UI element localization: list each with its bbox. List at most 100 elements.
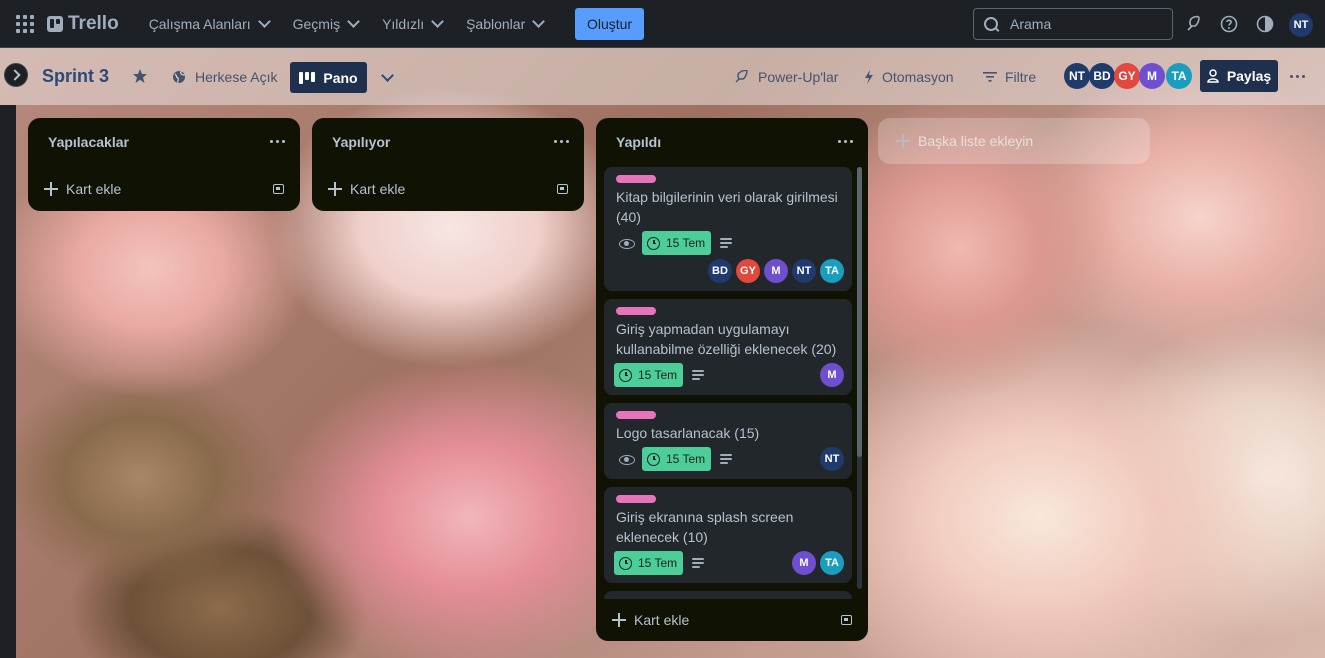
card-label[interactable] [616,307,656,315]
view-board-label: Pano [323,69,358,86]
nav-workspaces[interactable]: Çalışma Alanları [139,8,279,40]
watch-icon [619,239,635,249]
automation-button[interactable]: Otomasyon [864,62,954,92]
card-title-line: Giriş yapmadan uygulamayı [616,321,790,337]
card-member-avatar[interactable]: GY [736,259,760,283]
member-avatar[interactable]: TA [1166,63,1192,89]
search-input[interactable] [1008,15,1162,33]
add-list-label: Başka liste ekleyin [918,133,1034,149]
share-label: Paylaş [1226,68,1272,84]
list-doing: Yapılıyor Kart ekle [312,118,584,211]
description-icon [692,558,704,568]
card-title-line: (40) [616,209,641,225]
share-button[interactable]: Paylaş [1200,60,1278,92]
list-title[interactable]: Yapıldı [616,134,661,150]
power-ups-label: Power-Up'lar [758,69,839,85]
clock-icon [647,452,660,466]
card-member-avatar[interactable]: TA [820,551,844,575]
card-member-avatar[interactable]: NT [820,447,844,471]
card[interactable]: Giriş ekranına splash screen eklenecek (1… [604,487,852,583]
template-icon[interactable] [273,184,284,194]
add-card-button[interactable]: Kart ekle [612,606,689,634]
nav-templates[interactable]: Şablonlar [456,8,553,40]
card-member-avatar[interactable]: BD [708,259,732,283]
add-card-button[interactable]: Kart ekle [44,175,121,203]
card-label[interactable] [616,495,656,503]
member-avatar[interactable]: NT [1064,63,1090,89]
help-icon[interactable] [1219,14,1239,34]
list-title[interactable]: Yapılacaklar [48,134,129,150]
add-list-button[interactable]: Başka liste ekleyin [878,118,1150,164]
chevron-down-icon [257,15,271,28]
nav-starred[interactable]: Yıldızlı [372,8,452,40]
list-menu-icon[interactable] [554,140,569,143]
member-avatar[interactable]: BD [1089,63,1115,89]
member-avatar[interactable]: M [1139,63,1165,89]
plus-icon [896,134,910,148]
chevron-down-icon [380,68,394,82]
template-icon[interactable] [557,184,568,194]
notifications-icon[interactable] [1183,14,1203,34]
theme-toggle-icon[interactable] [1255,14,1275,34]
view-board-button[interactable]: Pano [290,62,367,93]
list-menu-icon[interactable] [270,140,285,143]
search-box[interactable] [973,8,1173,40]
automation-label: Otomasyon [882,69,954,85]
add-person-icon [1207,69,1219,83]
due-date-badge[interactable]: 15 Tem [642,231,712,255]
visibility-button[interactable]: Herkese Açık [172,62,277,92]
expand-sidebar-button[interactable] [4,63,28,87]
list-todo: Yapılacaklar Kart ekle [28,118,300,211]
app-switcher-icon[interactable] [16,14,34,33]
filter-button[interactable]: Filtre [983,62,1036,92]
card-label[interactable] [616,175,656,183]
app-name: Trello [68,12,119,34]
list-menu-icon[interactable] [838,140,853,143]
card-member-avatar[interactable]: M [792,551,816,575]
list-title[interactable]: Yapılıyor [332,134,390,150]
filter-label: Filtre [1005,69,1037,85]
card[interactable]: Giriş yapmadan uygulamayı kullanabilme öz… [604,299,852,395]
card-title: Logo tasarlanacak (15) [616,425,760,441]
add-card-label: Kart ekle [350,181,406,197]
card-label[interactable] [616,411,656,419]
description-icon [720,238,732,248]
due-date-badge[interactable]: 15 Tem [614,363,684,387]
due-date-label: 15 Tem [666,452,706,466]
plus-icon [44,182,58,196]
template-icon[interactable] [841,615,852,625]
card-member-avatar[interactable]: NT [792,259,816,283]
card-title-line: Kitap bilgilerinin veri olarak girilmesi [616,189,838,205]
sidebar-collapsed [0,105,16,658]
star-icon[interactable] [130,66,150,86]
board-title[interactable]: Sprint 3 [42,66,109,87]
card-member-avatar[interactable]: M [764,259,788,283]
card[interactable]: Kitap bilgilerinin veri olarak girilmesi… [604,167,852,291]
trello-logo[interactable]: Trello [47,13,119,35]
user-avatar[interactable]: NT [1289,13,1313,37]
member-avatar[interactable]: GY [1114,63,1140,89]
power-ups-button[interactable]: Power-Up'lar [734,62,838,92]
card[interactable] [604,591,852,599]
due-date-badge[interactable]: 15 Tem [614,551,684,575]
nav-recent[interactable]: Geçmiş [283,8,368,40]
board-view-icon [299,71,316,84]
create-button[interactable]: Oluştur [575,8,644,40]
card-member-avatar[interactable]: M [820,363,844,387]
chevron-down-icon [431,15,444,28]
board-menu-icon[interactable] [1290,75,1305,78]
card-title: Giriş yapmadan uygulamayı kullanabilme öz… [616,319,846,359]
scrollbar-thumb[interactable] [857,167,862,457]
due-date-badge[interactable]: 15 Tem [642,447,712,471]
add-card-button[interactable]: Kart ekle [328,175,405,203]
chevron-down-icon [532,15,546,28]
globe-icon [173,71,185,84]
list-scrollbar[interactable] [857,167,862,589]
view-switcher-button[interactable] [378,62,396,92]
add-card-label: Kart ekle [66,181,122,197]
card[interactable]: Logo tasarlanacak (15) 15 Tem NT [604,403,852,479]
card-member-avatar[interactable]: TA [820,259,844,283]
search-icon [984,17,998,31]
card-title-line: eklenecek (10) [616,529,708,545]
description-icon [720,454,732,464]
